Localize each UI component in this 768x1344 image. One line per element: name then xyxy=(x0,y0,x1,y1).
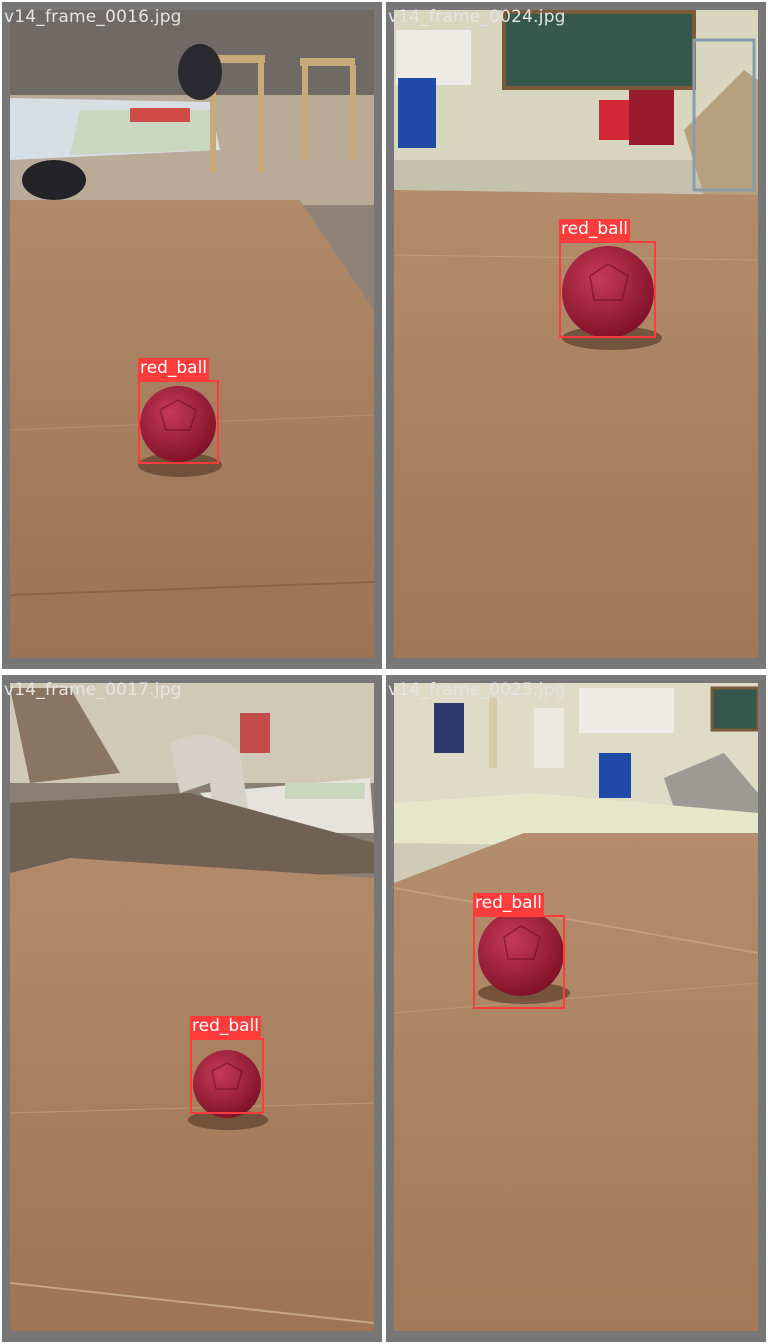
frame-filename: v14_frame_0025.jpg xyxy=(388,680,566,700)
photo xyxy=(394,683,758,1331)
frame-filename: v14_frame_0024.jpg xyxy=(388,7,566,27)
image-tile: v14_frame_0024.jpg red_ball xyxy=(386,2,766,669)
frame-filename: v14_frame_0017.jpg xyxy=(4,680,182,700)
bounding-box xyxy=(138,380,219,464)
bounding-box xyxy=(473,915,565,1009)
bounding-box xyxy=(190,1038,264,1114)
detection-label: red_ball xyxy=(190,1016,262,1038)
detection-label: red_ball xyxy=(559,219,631,241)
photo xyxy=(10,683,374,1331)
photo xyxy=(10,10,374,658)
image-tile: v14_frame_0017.jpg red_ball xyxy=(2,675,382,1342)
bounding-box xyxy=(559,241,656,338)
frame-filename: v14_frame_0016.jpg xyxy=(4,7,182,27)
image-tile: v14_frame_0025.jpg red_ball xyxy=(386,675,766,1342)
detection-label: red_ball xyxy=(138,358,210,380)
image-tile: v14_frame_0016.jpg red_ball xyxy=(2,2,382,669)
detection-label: red_ball xyxy=(473,893,545,915)
